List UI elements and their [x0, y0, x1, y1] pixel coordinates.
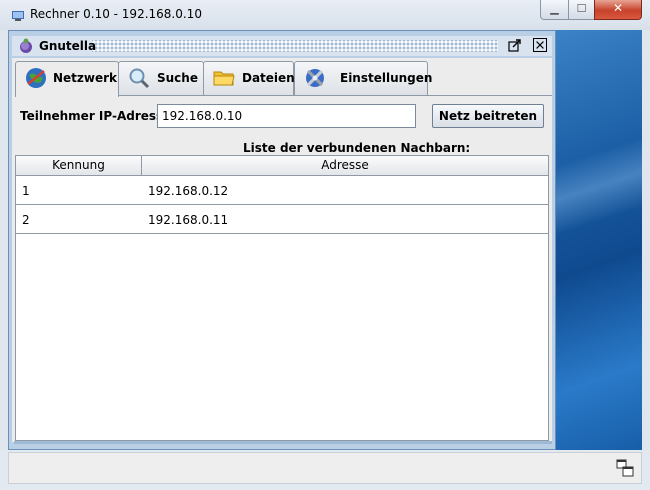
ip-address-label: Teilnehmer IP-Adresse: [20, 109, 177, 123]
neighbor-list-caption: Liste der verbundenen Nachbarn: [243, 141, 471, 155]
minimize-button[interactable]: ▁ [540, 0, 569, 20]
app-icon [12, 11, 24, 21]
cell-adresse: 192.168.0.12 [148, 184, 229, 198]
close-button[interactable]: ✕ [594, 0, 642, 20]
tab-dateien[interactable]: Dateien [203, 61, 295, 95]
tab-label: Einstellungen [340, 71, 433, 85]
window-title: Rechner 0.10 - 192.168.0.10 [30, 7, 202, 21]
tab-label: Dateien [242, 71, 295, 85]
window-left-border [0, 30, 8, 450]
magnifier-icon [129, 68, 150, 89]
tools-icon [306, 69, 324, 87]
table-row[interactable]: 1 192.168.0.12 [16, 176, 548, 205]
desktop-background [556, 30, 650, 452]
tab-label: Suche [157, 71, 198, 85]
tab-label: Netzwerk [53, 71, 118, 85]
tab-einstellungen[interactable]: Einstellungen [294, 61, 432, 95]
minimize-icon: ▁ [550, 2, 559, 15]
ip-address-input[interactable] [157, 104, 416, 128]
gnutella-globe-icon [20, 38, 32, 53]
folder-icon [213, 71, 235, 86]
detach-icon[interactable] [508, 38, 522, 52]
maximize-icon: ☐ [576, 2, 587, 15]
maximize-button[interactable]: ☐ [568, 0, 595, 20]
frame-bottom-edge [14, 441, 552, 444]
cell-adresse: 192.168.0.11 [148, 213, 229, 227]
frame-close-icon[interactable] [533, 38, 547, 52]
cascade-windows-icon[interactable] [616, 459, 634, 477]
internal-frame-title: Gnutella [39, 39, 97, 53]
table-row[interactable]: 2 192.168.0.11 [16, 205, 548, 234]
title-bar-grip [92, 40, 498, 52]
join-network-button[interactable]: Netz beitreten [432, 104, 544, 128]
tab-divider [119, 95, 552, 96]
cell-kennung: 2 [22, 213, 30, 227]
cell-kennung: 1 [22, 184, 30, 198]
column-header-kennung[interactable]: Kennung [16, 156, 142, 176]
tab-suche[interactable]: Suche [118, 61, 204, 95]
status-bar [8, 452, 642, 484]
window-right-border [642, 30, 650, 450]
close-icon: ✕ [612, 1, 624, 15]
network-globe-icon [26, 68, 46, 88]
tab-netzwerk[interactable]: Netzwerk [15, 61, 119, 97]
column-header-adresse[interactable]: Adresse [142, 156, 548, 176]
